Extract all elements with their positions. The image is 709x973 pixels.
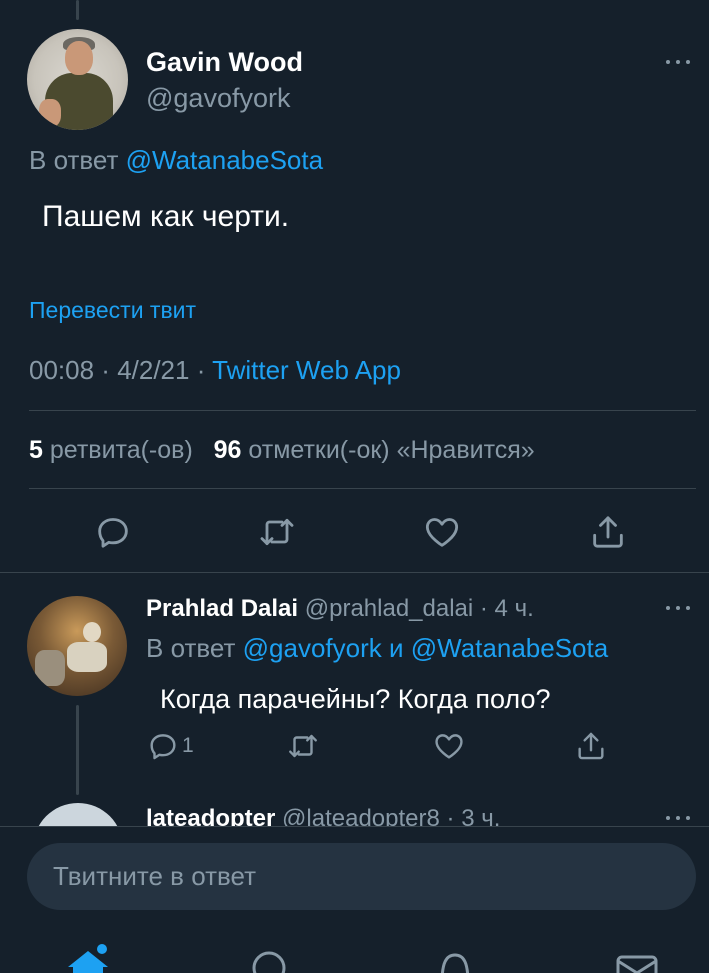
- divider: [29, 488, 696, 489]
- more-options-icon[interactable]: [664, 603, 694, 613]
- share-icon[interactable]: [574, 729, 608, 763]
- notifications-icon[interactable]: [430, 943, 480, 973]
- tweet-stats: 5 ретвита(-ов) 96 отметки(-ок) «Нравится…: [29, 436, 535, 465]
- retweet-icon[interactable]: [257, 512, 297, 552]
- reply-author-line: Prahlad Dalai @prahlad_dalai · 4 ч.: [146, 595, 534, 623]
- tweet-date[interactable]: 4/2/21: [117, 355, 189, 385]
- reply-to-mention[interactable]: @WatanabeSota: [126, 145, 323, 175]
- reply-composer-input[interactable]: [27, 843, 696, 910]
- tweet-source[interactable]: Twitter Web App: [212, 355, 401, 385]
- tweet-thread-page: Gavin Wood @gavofyork В ответ @WatanabeS…: [0, 0, 709, 973]
- share-icon[interactable]: [588, 512, 628, 552]
- retweet-icon[interactable]: [286, 729, 320, 763]
- like-icon[interactable]: [422, 512, 462, 552]
- avatar-gavin-wood[interactable]: [27, 29, 128, 130]
- reply-prefix: В ответ: [29, 145, 119, 175]
- meta-separator: ·: [189, 355, 213, 385]
- search-icon[interactable]: [244, 943, 294, 973]
- reply-to-mention[interactable]: @WatanabeSota: [411, 633, 608, 663]
- divider: [0, 826, 709, 827]
- tweet-text: Пашем как черти.: [42, 200, 290, 233]
- likes-stat[interactable]: 96 отметки(-ок) «Нравится»: [214, 436, 535, 464]
- likes-label: отметки(-ок) «Нравится»: [248, 436, 535, 464]
- reply-count: 1: [182, 734, 194, 757]
- more-options-icon[interactable]: [664, 813, 694, 823]
- more-options-icon[interactable]: [664, 57, 694, 67]
- reply-to-line: В ответ @gavofyork и @WatanabeSota: [146, 633, 608, 664]
- reply-to-mention[interactable]: @gavofyork: [243, 633, 382, 663]
- translate-tweet-link[interactable]: Перевести твит: [29, 297, 196, 324]
- reply-to-conjunction: и: [388, 633, 404, 663]
- tweet-time[interactable]: 00:08: [29, 355, 94, 385]
- reply-icon[interactable]: [93, 512, 133, 552]
- retweets-label: ретвита(-ов): [49, 436, 193, 464]
- retweets-count: 5: [29, 436, 43, 464]
- reply-text: Когда парачейны? Когда поло?: [160, 684, 551, 714]
- reply-to-line: В ответ @WatanabeSota: [29, 145, 323, 176]
- tweet-meta: 00:08 · 4/2/21 · Twitter Web App: [29, 355, 401, 386]
- reply-prefix: В ответ: [146, 633, 236, 663]
- reply-icon[interactable]: [146, 729, 180, 763]
- divider: [29, 410, 696, 411]
- author-handle[interactable]: @gavofyork: [146, 83, 290, 114]
- reply-author-name[interactable]: Prahlad Dalai: [146, 595, 298, 622]
- messages-icon[interactable]: [612, 943, 662, 973]
- reply-author-handle[interactable]: @prahlad_dalai: [305, 595, 473, 622]
- thread-line-reply: [76, 705, 79, 795]
- like-icon[interactable]: [432, 729, 466, 763]
- divider: [0, 572, 709, 573]
- meta-separator: ·: [94, 355, 118, 385]
- avatar-prahlad-dalai[interactable]: [27, 596, 127, 696]
- retweets-stat[interactable]: 5 ретвита(-ов): [29, 436, 193, 464]
- likes-count: 96: [213, 436, 242, 464]
- thread-line-top: [76, 0, 79, 20]
- reply-time[interactable]: · 4 ч.: [480, 595, 534, 622]
- author-name[interactable]: Gavin Wood: [146, 47, 303, 78]
- home-icon[interactable]: [63, 943, 113, 973]
